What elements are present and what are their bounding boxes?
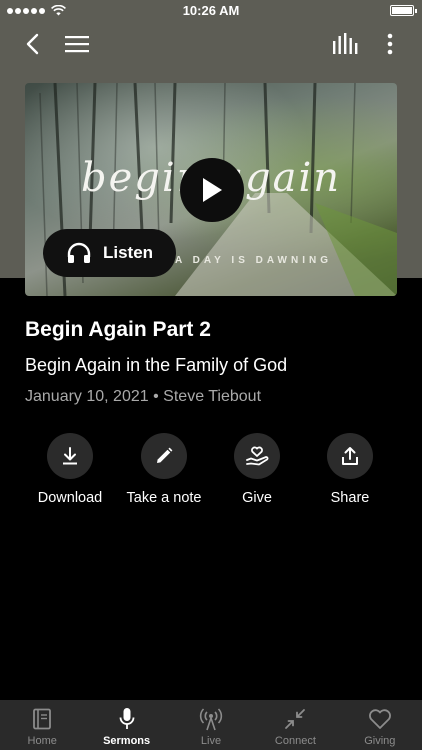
tab-sermons[interactable]: Sermons: [84, 700, 168, 750]
microphone-icon: [119, 708, 135, 729]
tab-home-label: Home: [27, 735, 57, 747]
give-action[interactable]: Give: [207, 433, 307, 506]
tab-giving-label: Giving: [364, 735, 396, 747]
more-vertical-icon: [387, 33, 393, 55]
equalizer-icon: [333, 33, 358, 54]
sermon-title: Begin Again Part 2: [25, 318, 211, 341]
battery-icon: [390, 5, 417, 16]
status-time: 10:26 AM: [182, 3, 240, 18]
give-label: Give: [242, 490, 272, 506]
chevron-left-icon: [26, 33, 39, 55]
hamburger-icon: [65, 36, 89, 53]
sermon-subtitle: Begin Again in the Family of God: [25, 355, 288, 375]
take-note-action[interactable]: Take a note: [114, 433, 214, 506]
sermon-date: January 10, 2021: [25, 388, 149, 405]
book-icon: [33, 708, 52, 730]
give-button[interactable]: [234, 433, 280, 479]
share-icon: [342, 447, 358, 465]
tab-live-label: Live: [200, 735, 222, 747]
share-label: Share: [330, 490, 370, 506]
back-button[interactable]: [18, 30, 46, 58]
play-button[interactable]: [180, 158, 244, 222]
share-action[interactable]: Share: [300, 433, 400, 506]
heart-icon: [368, 709, 391, 729]
give-hand-heart-icon: [246, 446, 269, 466]
tab-giving[interactable]: Giving: [338, 700, 422, 750]
menu-button[interactable]: [62, 30, 92, 58]
tab-sermons-label: Sermons: [103, 735, 151, 747]
tab-connect-label: Connect: [274, 735, 316, 747]
meta-separator: •: [153, 388, 159, 405]
pencil-icon: [157, 447, 173, 463]
status-bar: 10:26 AM: [0, 0, 422, 22]
download-button[interactable]: [47, 433, 93, 479]
tab-live[interactable]: Live: [169, 700, 253, 750]
sermon-speaker[interactable]: Steve Tiebout: [163, 388, 261, 405]
more-options-button[interactable]: [378, 30, 402, 58]
share-button[interactable]: [327, 433, 373, 479]
headphones-icon: [67, 242, 91, 263]
sermon-artwork: begin again A DAY IS DAWNING Listen: [25, 83, 397, 296]
download-action[interactable]: Download: [20, 433, 120, 506]
tab-connect[interactable]: Connect: [253, 700, 337, 750]
tab-bar: Home Sermons Live Connect Giving: [0, 700, 422, 750]
download-label: Download: [37, 490, 103, 506]
sermon-meta: January 10, 2021 • Steve Tiebout: [25, 388, 261, 406]
listen-button[interactable]: Listen: [43, 229, 176, 277]
broadcast-icon: [199, 708, 223, 731]
tab-home[interactable]: Home: [0, 700, 84, 750]
listen-label: Listen: [103, 243, 154, 262]
download-icon: [63, 447, 77, 465]
connect-arrows-icon: [285, 709, 306, 729]
take-note-label: Take a note: [126, 490, 202, 506]
take-note-button[interactable]: [141, 433, 187, 479]
play-icon: [203, 178, 222, 202]
artwork-tagline: A DAY IS DAWNING: [175, 255, 332, 266]
audio-settings-button[interactable]: [330, 30, 360, 58]
